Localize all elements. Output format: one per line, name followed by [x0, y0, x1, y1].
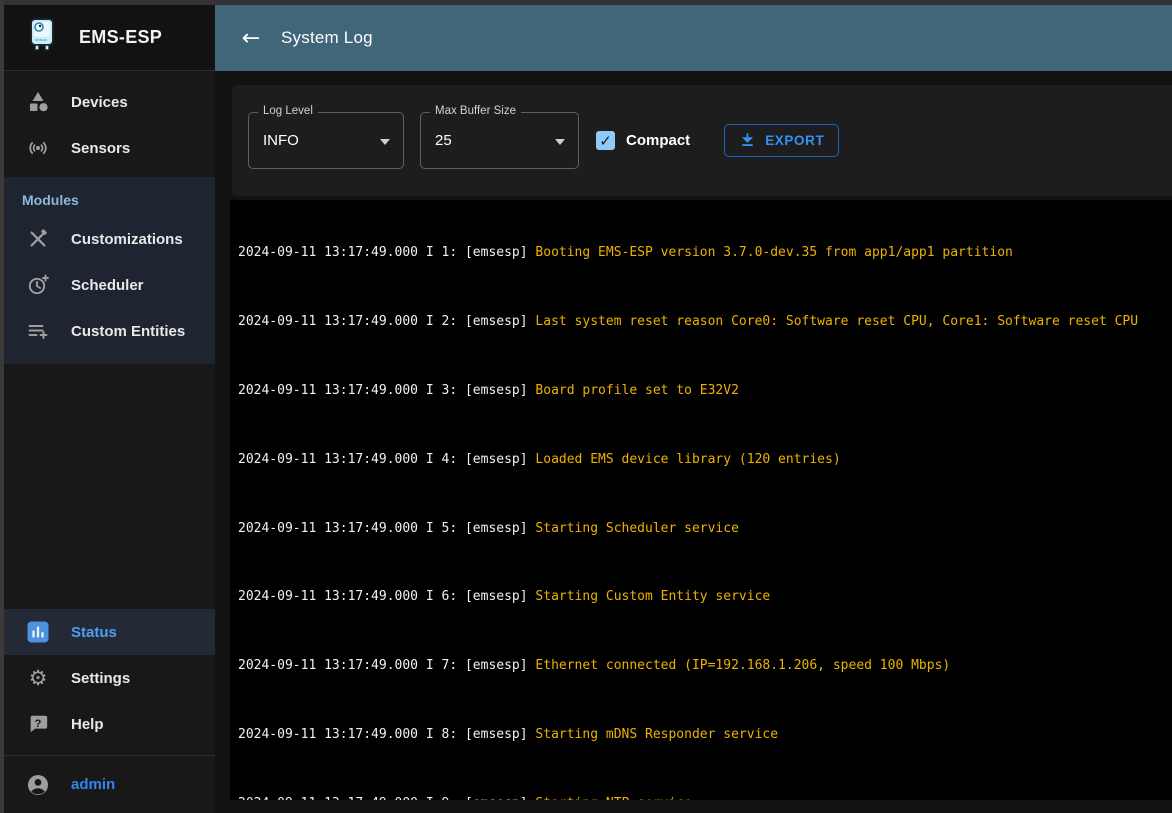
signed-in-user: admin [71, 776, 115, 793]
log-line: 2024-09-11 13:17:49.000 I 5: [emsesp] St… [238, 520, 1164, 537]
sidebar-item-label: Scheduler [71, 277, 144, 294]
modules-section-header: Modules [4, 177, 215, 216]
export-button-label: EXPORT [765, 133, 824, 148]
category-icon [26, 90, 50, 114]
gear-icon: ⚙ [26, 666, 50, 690]
sidebar-item-label: Help [71, 716, 104, 733]
svg-text:?: ? [35, 718, 42, 730]
log-line-message: Board profile set to E32V2 [535, 383, 739, 398]
sidebar-item-label: Sensors [71, 140, 130, 157]
boiler-logo-icon [22, 15, 62, 60]
sidebar-item-scheduler[interactable]: Scheduler [4, 262, 215, 308]
compact-checkbox[interactable]: ✓ [596, 131, 615, 150]
sidebar-item-customizations[interactable]: Customizations [4, 216, 215, 262]
app-title: EMS-ESP [79, 27, 162, 48]
chevron-down-icon [555, 139, 565, 145]
log-line-message: Starting mDNS Responder service [535, 727, 778, 742]
sidebar-top-group: Devices Sensors [4, 71, 215, 177]
log-line-message: Starting NTP service [535, 796, 692, 800]
log-line: 2024-09-11 13:17:49.000 I 1: [emsesp] Bo… [238, 244, 1164, 261]
log-line-prefix: 2024-09-11 13:17:49.000 I 6: [emsesp] [238, 589, 535, 604]
log-controls-card: Log Level INFO Max Buffer Size 25 ✓ Comp… [232, 85, 1172, 196]
download-icon [739, 131, 756, 151]
window-left-edge [0, 0, 4, 813]
sidebar-item-custom-entities[interactable]: Custom Entities [4, 308, 215, 354]
log-line-prefix: 2024-09-11 13:17:49.000 I 9: [emsesp] [238, 796, 535, 800]
compact-checkbox-group[interactable]: ✓ Compact [596, 131, 690, 150]
bar-chart-icon [26, 620, 50, 644]
sidebar-item-label: Custom Entities [71, 323, 185, 340]
log-line-prefix: 2024-09-11 13:17:49.000 I 1: [emsesp] [238, 245, 535, 260]
sidebar-user-row[interactable]: admin [4, 755, 215, 813]
compact-checkbox-label: Compact [626, 132, 690, 149]
log-line: 2024-09-11 13:17:49.000 I 6: [emsesp] St… [238, 588, 1164, 605]
clock-plus-icon [26, 273, 50, 297]
log-level-value: INFO [263, 132, 299, 149]
chevron-down-icon [380, 139, 390, 145]
log-level-label: Log Level [258, 105, 318, 117]
log-line-message: Booting EMS-ESP version 3.7.0-dev.35 fro… [535, 245, 1012, 260]
log-line: 2024-09-11 13:17:49.000 I 2: [emsesp] La… [238, 313, 1164, 330]
sidebar-item-settings[interactable]: ⚙ Settings [4, 655, 215, 701]
sidebar-modules-section: Modules Customizations Scheduler [4, 177, 215, 364]
log-panel[interactable]: 2024-09-11 13:17:49.000 I 1: [emsesp] Bo… [230, 200, 1172, 800]
back-arrow-icon[interactable]: ← [233, 20, 269, 56]
sidebar: EMS-ESP Devices [4, 5, 215, 813]
log-line-prefix: 2024-09-11 13:17:49.000 I 4: [emsesp] [238, 452, 535, 467]
sidebar-item-label: Devices [71, 94, 128, 111]
sidebar-item-status[interactable]: Status [4, 609, 215, 655]
sidebar-item-sensors[interactable]: Sensors [4, 125, 215, 171]
log-line-prefix: 2024-09-11 13:17:49.000 I 2: [emsesp] [238, 314, 535, 329]
help-bubble-icon: ? [26, 712, 50, 736]
sidebar-item-label: Status [71, 624, 117, 641]
max-buffer-size-label: Max Buffer Size [430, 105, 521, 117]
tools-icon [26, 227, 50, 251]
log-line-message: Starting Custom Entity service [535, 589, 770, 604]
window-top-edge [0, 0, 1172, 5]
log-line-message: Ethernet connected (IP=192.168.1.206, sp… [535, 658, 950, 673]
app-logo-row: EMS-ESP [4, 5, 215, 71]
log-line: 2024-09-11 13:17:49.000 I 7: [emsesp] Et… [238, 657, 1164, 674]
sensors-icon [26, 136, 50, 160]
log-line-prefix: 2024-09-11 13:17:49.000 I 8: [emsesp] [238, 727, 535, 742]
sidebar-item-help[interactable]: ? Help [4, 701, 215, 747]
log-line: 2024-09-11 13:17:49.000 I 9: [emsesp] St… [238, 795, 1164, 800]
log-line: 2024-09-11 13:17:49.000 I 3: [emsesp] Bo… [238, 382, 1164, 399]
sidebar-item-label: Settings [71, 670, 130, 687]
log-line: 2024-09-11 13:17:49.000 I 4: [emsesp] Lo… [238, 451, 1164, 468]
playlist-add-icon [26, 319, 50, 343]
log-line-prefix: 2024-09-11 13:17:49.000 I 7: [emsesp] [238, 658, 535, 673]
log-line-message: Loaded EMS device library (120 entries) [535, 452, 840, 467]
appbar: ← System Log [215, 5, 1172, 71]
log-line-prefix: 2024-09-11 13:17:49.000 I 5: [emsesp] [238, 521, 535, 536]
log-line-prefix: 2024-09-11 13:17:49.000 I 3: [emsesp] [238, 383, 535, 398]
sidebar-bottom-group: Status ⚙ Settings ? Help [4, 609, 215, 755]
export-button[interactable]: EXPORT [724, 124, 839, 157]
page-title: System Log [281, 28, 373, 48]
max-buffer-size-select[interactable]: Max Buffer Size 25 [420, 112, 579, 169]
sidebar-item-label: Customizations [71, 231, 183, 248]
main-content: Log Level INFO Max Buffer Size 25 ✓ Comp… [215, 71, 1172, 813]
log-line: 2024-09-11 13:17:49.000 I 8: [emsesp] St… [238, 726, 1164, 743]
sidebar-item-devices[interactable]: Devices [4, 79, 215, 125]
account-circle-icon [26, 773, 50, 797]
max-buffer-size-value: 25 [435, 132, 452, 149]
log-level-select[interactable]: Log Level INFO [248, 112, 404, 169]
log-line-message: Starting Scheduler service [535, 521, 739, 536]
log-line-message: Last system reset reason Core0: Software… [535, 314, 1138, 329]
